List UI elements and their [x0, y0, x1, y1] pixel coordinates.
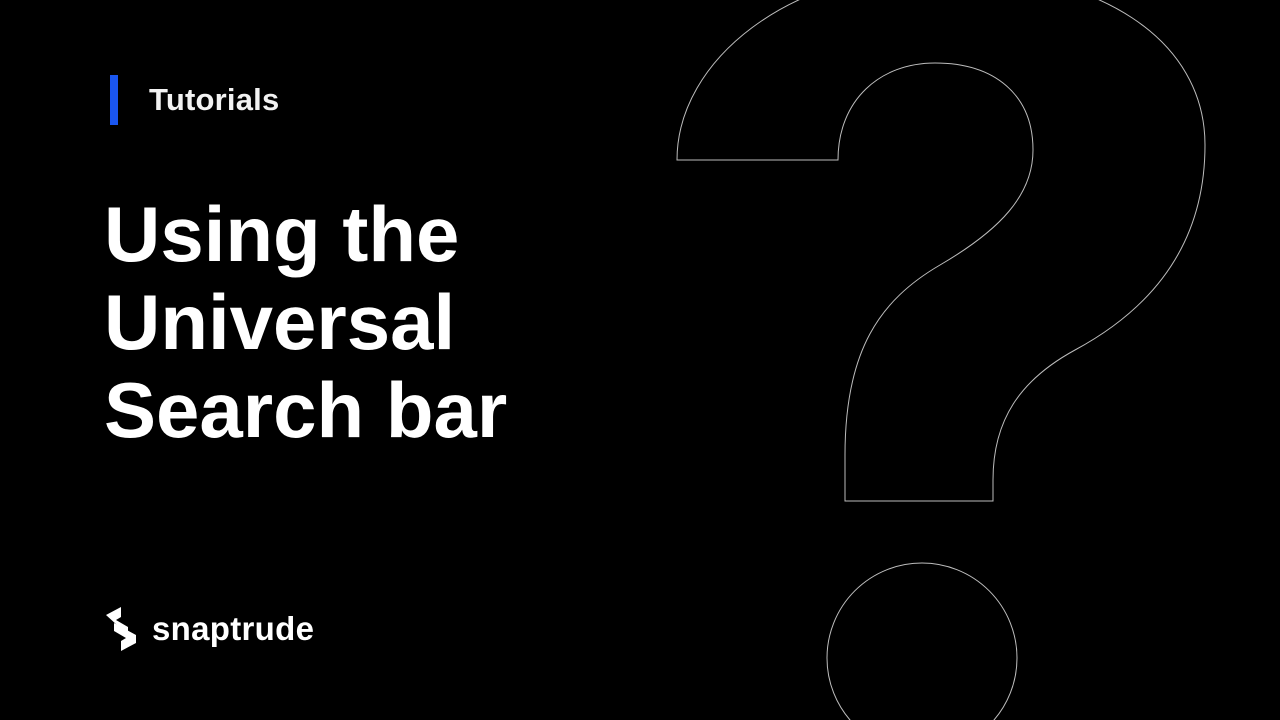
category-accent-bar [110, 75, 118, 125]
brand-logo: snaptrude [104, 604, 314, 654]
title-line-2: Universal [104, 278, 456, 366]
snaptrude-logo-icon [106, 607, 136, 651]
title-line-1: Using the [104, 190, 460, 278]
brand-name: snaptrude [152, 610, 315, 647]
category-tag: Tutorials [110, 75, 279, 125]
slide-title: Using the Universal Search bar [104, 190, 724, 454]
tutorial-slide: Tutorials Using the Universal Search bar… [0, 0, 1280, 720]
category-label: Tutorials [149, 82, 280, 117]
title-line-3: Search bar [104, 366, 508, 454]
